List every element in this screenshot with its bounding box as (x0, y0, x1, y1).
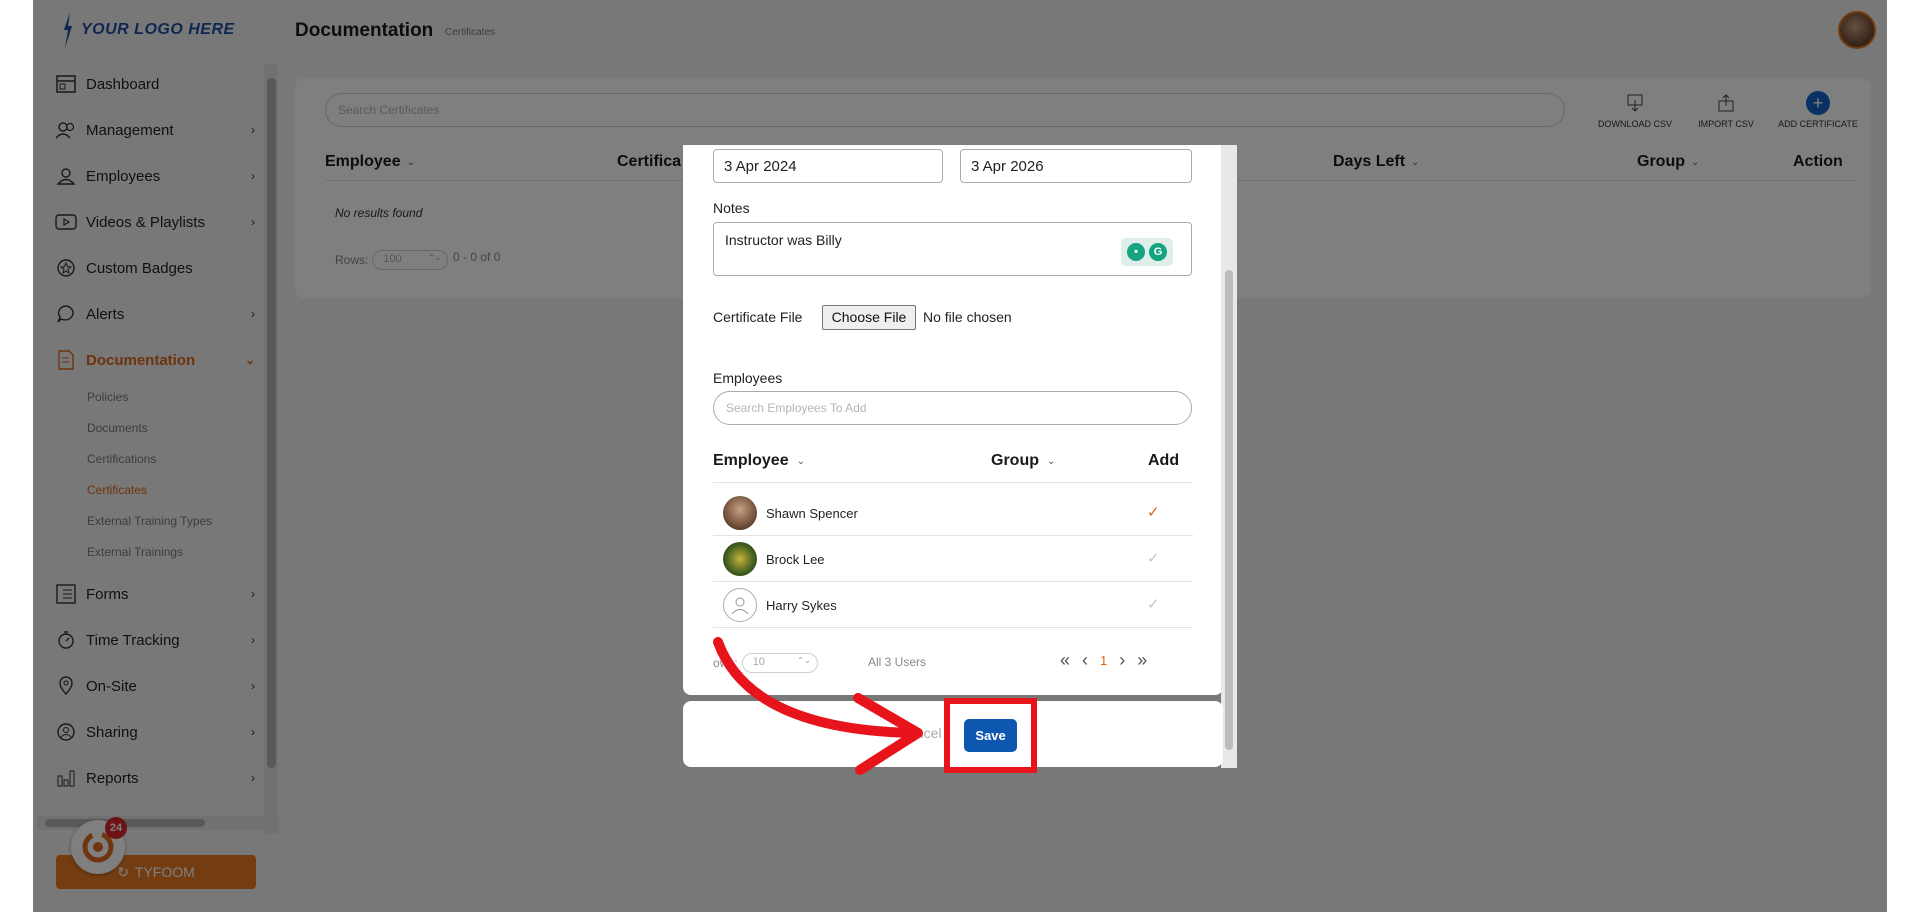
prev-page-icon[interactable]: ‹ (1082, 650, 1088, 671)
avatar (723, 496, 757, 530)
employees-label: Employees (713, 370, 783, 386)
added-check-icon[interactable]: ✓ (1147, 503, 1160, 521)
default-user-icon (731, 597, 749, 615)
employee-name: Harry Sykes (766, 597, 837, 613)
save-button[interactable]: Save (964, 719, 1017, 752)
employee-name: Brock Lee (766, 551, 825, 567)
table-row[interactable]: Harry Sykes (723, 587, 837, 623)
last-page-icon[interactable]: » (1137, 650, 1147, 671)
column-add: Add (1148, 452, 1179, 470)
lightbulb-icon: • (1127, 243, 1145, 261)
divider (713, 535, 1193, 536)
employee-name: Shawn Spencer (766, 505, 858, 521)
grammarly-widget[interactable]: • G (1121, 238, 1173, 266)
divider (713, 627, 1193, 628)
column-label: Add (1148, 452, 1180, 469)
certificate-file-label: Certificate File (713, 309, 803, 325)
table-row[interactable]: Brock Lee (723, 541, 825, 577)
column-group[interactable]: Group ⌄ (991, 452, 1055, 470)
sort-icon: ⌄ (1047, 455, 1056, 467)
start-date-input[interactable]: 3 Apr 2024 (713, 149, 943, 183)
avatar (723, 542, 757, 576)
sort-icon: ⌄ (796, 455, 805, 467)
column-employee[interactable]: Employee ⌄ (713, 452, 805, 470)
avatar (723, 588, 757, 622)
end-date-input[interactable]: 3 Apr 2026 (960, 149, 1192, 183)
add-check-icon[interactable]: ✓ (1147, 549, 1160, 567)
divider (713, 581, 1193, 582)
add-check-icon[interactable]: ✓ (1147, 595, 1160, 613)
column-label: Employee (713, 452, 789, 469)
column-label: Group (991, 452, 1039, 469)
modal-scrollbar-thumb[interactable] (1225, 270, 1233, 750)
current-page[interactable]: 1 (1100, 653, 1107, 668)
table-row[interactable]: Shawn Spencer (723, 495, 858, 531)
next-page-icon[interactable]: › (1119, 650, 1125, 671)
choose-file-button[interactable]: Choose File (822, 305, 916, 330)
notes-label: Notes (713, 200, 750, 216)
no-file-text: No file chosen (923, 309, 1012, 325)
grammarly-icon: G (1149, 243, 1167, 261)
divider (713, 482, 1193, 483)
first-page-icon[interactable]: « (1060, 650, 1070, 671)
employees-search-input[interactable]: Search Employees To Add (713, 391, 1192, 425)
pagination: « ‹ 1 › » (1060, 650, 1147, 671)
tutorial-arrow-icon (713, 637, 923, 775)
certificate-modal: 3 Apr 2024 3 Apr 2026 Notes Instructor w… (683, 145, 1223, 695)
